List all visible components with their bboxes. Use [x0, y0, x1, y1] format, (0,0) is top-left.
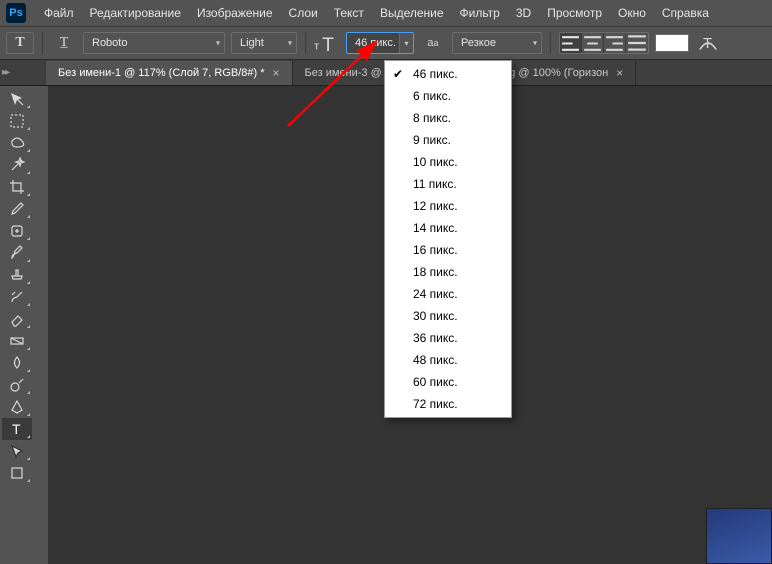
chevron-down-icon: ▾: [216, 39, 220, 48]
menu-редактирование[interactable]: Редактирование: [82, 2, 189, 24]
align-justify-button[interactable]: [626, 33, 648, 53]
svg-text:T: T: [322, 34, 334, 56]
crop-tool[interactable]: [2, 176, 32, 198]
text-orientation-icon[interactable]: T̲: [51, 30, 77, 56]
font-weight-dropdown[interactable]: Light ▾: [231, 32, 297, 54]
font-size-option[interactable]: 8 пикс.: [385, 107, 511, 129]
menu-текст[interactable]: Текст: [326, 2, 372, 24]
tool-preset-icon[interactable]: T: [6, 32, 34, 54]
antialias-value: Резкое: [461, 37, 496, 49]
font-size-option[interactable]: 11 пикс.: [385, 173, 511, 195]
font-size-option[interactable]: 16 пикс.: [385, 239, 511, 261]
font-size-option[interactable]: 10 пикс.: [385, 151, 511, 173]
close-icon[interactable]: ×: [616, 66, 623, 80]
menu-фильтр[interactable]: Фильтр: [452, 2, 508, 24]
path-selection-tool[interactable]: [2, 440, 32, 462]
font-size-option[interactable]: 12 пикс.: [385, 195, 511, 217]
chevron-down-icon: ▾: [533, 39, 537, 48]
svg-text:т: т: [314, 41, 320, 53]
font-size-option[interactable]: 48 пикс.: [385, 349, 511, 371]
font-size-option[interactable]: 30 пикс.: [385, 305, 511, 327]
dodge-tool[interactable]: [2, 374, 32, 396]
healing-brush-tool[interactable]: [2, 220, 32, 242]
warp-text-icon[interactable]: T: [695, 30, 721, 56]
text-color-swatch[interactable]: [655, 34, 689, 52]
menu-bar: Ps ФайлРедактированиеИзображениеСлоиТекс…: [0, 0, 772, 26]
font-size-option[interactable]: 72 пикс.: [385, 393, 511, 415]
app-logo: Ps: [6, 3, 26, 23]
gradient-tool[interactable]: [2, 330, 32, 352]
document-tab[interactable]: Без имени-1 @ 117% (Слой 7, RGB/8#) * ×: [46, 61, 293, 85]
tools-panel: T: [0, 86, 34, 484]
menu-справка[interactable]: Справка: [654, 2, 717, 24]
eraser-tool[interactable]: [2, 308, 32, 330]
font-size-option[interactable]: 6 пикс.: [385, 85, 511, 107]
brush-tool[interactable]: [2, 242, 32, 264]
pen-tool[interactable]: [2, 396, 32, 418]
blur-tool[interactable]: [2, 352, 32, 374]
clone-stamp-tool[interactable]: [2, 264, 32, 286]
chevron-down-icon: ▾: [288, 39, 292, 48]
font-size-menu[interactable]: 46 пикс.6 пикс.8 пикс.9 пикс.10 пикс.11 …: [384, 60, 512, 418]
antialias-icon: aa: [420, 30, 446, 56]
separator: [42, 32, 43, 54]
move-tool[interactable]: [2, 88, 32, 110]
svg-text:T: T: [12, 421, 21, 437]
font-size-dropdown[interactable]: 46 пикс. ▾: [346, 32, 414, 54]
text-align-group: [559, 32, 649, 54]
antialias-dropdown[interactable]: Резкое ▾: [452, 32, 542, 54]
font-size-option[interactable]: 60 пикс.: [385, 371, 511, 393]
font-family-value: Roboto: [92, 37, 127, 49]
menu-изображение[interactable]: Изображение: [189, 2, 281, 24]
font-size-option[interactable]: 36 пикс.: [385, 327, 511, 349]
menu-файл[interactable]: Файл: [36, 2, 82, 24]
options-bar: T T̲ Roboto ▾ Light ▾ тT 46 пикс. ▾ aa Р…: [0, 26, 772, 60]
align-center-button[interactable]: [582, 33, 604, 53]
document-tab[interactable]: Без имени-3 @×: [293, 61, 387, 85]
font-size-option[interactable]: 46 пикс.: [385, 63, 511, 85]
magic-wand-tool[interactable]: [2, 154, 32, 176]
type-tool[interactable]: T: [2, 418, 32, 440]
font-size-option[interactable]: 18 пикс.: [385, 261, 511, 283]
align-left-button[interactable]: [560, 33, 582, 53]
font-size-option[interactable]: 24 пикс.: [385, 283, 511, 305]
rectangle-tool[interactable]: [2, 462, 32, 484]
font-size-icon: тT: [314, 30, 340, 56]
font-size-value: 46 пикс.: [355, 37, 396, 49]
font-size-option[interactable]: 9 пикс.: [385, 129, 511, 151]
menu-окно[interactable]: Окно: [610, 2, 654, 24]
eyedropper-tool[interactable]: [2, 198, 32, 220]
document-tab-title: Без имени-1 @ 117% (Слой 7, RGB/8#) *: [58, 67, 265, 79]
menu-выделение[interactable]: Выделение: [372, 2, 452, 24]
font-family-dropdown[interactable]: Roboto ▾: [83, 32, 225, 54]
menu-слои[interactable]: Слои: [281, 2, 326, 24]
lasso-tool[interactable]: [2, 132, 32, 154]
chevron-down-icon[interactable]: ▾: [399, 33, 413, 53]
font-weight-value: Light: [240, 37, 264, 49]
menu-просмотр[interactable]: Просмотр: [539, 2, 610, 24]
history-brush-tool[interactable]: [2, 286, 32, 308]
marquee-tool[interactable]: [2, 110, 32, 132]
close-icon[interactable]: ×: [273, 66, 280, 80]
separator: [550, 32, 551, 54]
separator: [305, 32, 306, 54]
align-right-button[interactable]: [604, 33, 626, 53]
document-tab-title: Без имени-3 @: [305, 67, 382, 79]
menu-3d[interactable]: 3D: [508, 2, 539, 24]
font-size-option[interactable]: 14 пикс.: [385, 217, 511, 239]
svg-text:T: T: [703, 36, 712, 52]
navigator-thumbnail[interactable]: [706, 508, 772, 564]
panel-grip[interactable]: ▸▸: [0, 60, 10, 86]
